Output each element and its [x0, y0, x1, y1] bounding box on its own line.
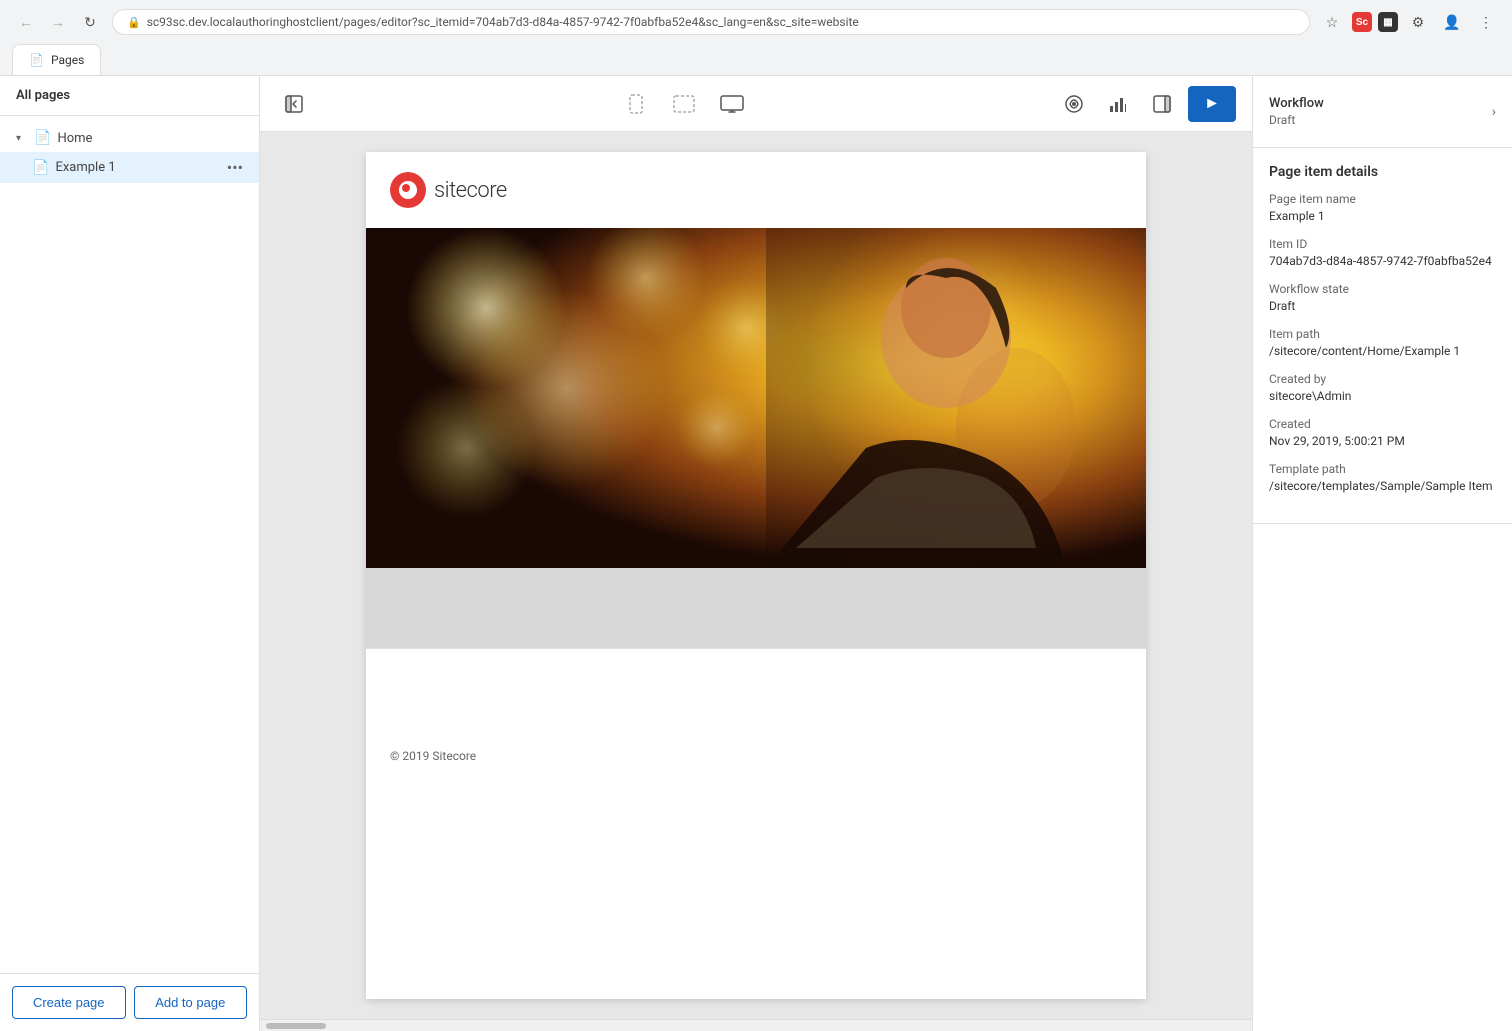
workflow-content: Workflow Draft: [1269, 96, 1324, 127]
page-canvas: sitecore: [366, 152, 1146, 999]
mobile-view-button[interactable]: [614, 86, 658, 122]
left-sidebar: All pages ▾ 📄 Home 📄 Example 1 ••• Creat…: [0, 76, 260, 1031]
url-rest: /pages/editor?sc_itemid=704ab7d3-d84a-48…: [339, 15, 859, 29]
sidebar-title: All pages: [16, 88, 243, 103]
detail-label: Workflow state: [1269, 282, 1496, 296]
browser-chrome: ← → ↻ 🔒 sc93sc.dev.localauthoringhostcli…: [0, 0, 1512, 76]
workflow-section: Workflow Draft ›: [1253, 76, 1512, 148]
logo-circle: [390, 172, 426, 208]
page-item-details-section: Page item details Page item name Example …: [1253, 148, 1512, 524]
detail-label: Page item name: [1269, 192, 1496, 206]
navigate-forward-button[interactable]: ►: [1188, 86, 1236, 122]
example1-page-icon: 📄: [32, 160, 49, 176]
back-button[interactable]: ←: [12, 8, 40, 36]
detail-value: 704ab7d3-d84a-4857-9742-7f0abfba52e4: [1269, 254, 1496, 268]
detail-value: Example 1: [1269, 209, 1496, 223]
detail-item: Workflow state Draft: [1269, 282, 1496, 313]
ext-grid-icon[interactable]: ▦: [1378, 12, 1398, 32]
sidebar-footer: Create page Add to page: [0, 973, 259, 1031]
ext-sitecore-icon[interactable]: Sc: [1352, 12, 1372, 32]
browser-right-icons: ☆ Sc ▦ ⚙ 👤 ⋮: [1318, 8, 1500, 36]
home-page-icon: 📄: [34, 130, 51, 146]
detail-label: Item path: [1269, 327, 1496, 341]
hero-svg: [366, 228, 1146, 568]
logo-inner: [399, 181, 417, 199]
sidebar-header: All pages: [0, 76, 259, 116]
content-placeholder: [366, 568, 1146, 648]
detail-label: Created by: [1269, 372, 1496, 386]
right-panel: Workflow Draft › Page item details Page …: [1252, 76, 1512, 1031]
hero-image: [366, 228, 1146, 568]
address-text: sc93sc.dev.localauthoringhostclient/page…: [147, 15, 1295, 29]
logo-text: sitecore: [434, 178, 507, 203]
home-label: Home: [57, 131, 243, 146]
desktop-view-button[interactable]: [710, 86, 754, 122]
pages-tab[interactable]: 📄 Pages: [12, 44, 101, 75]
toolbar-right: ►: [1056, 86, 1236, 122]
details-container: Page item name Example 1 Item ID 704ab7d3-d…: [1269, 192, 1496, 493]
workflow-state: Draft: [1269, 113, 1324, 127]
main-content: ► sitecore: [260, 76, 1252, 1031]
collapse-panel-button[interactable]: [276, 86, 312, 122]
toolbar-center: [614, 86, 754, 122]
forward-button[interactable]: →: [44, 8, 72, 36]
tree-item-example1[interactable]: 📄 Example 1 •••: [0, 152, 259, 183]
analytics-button[interactable]: [1100, 86, 1136, 122]
detail-value: Nov 29, 2019, 5:00:21 PM: [1269, 434, 1496, 448]
detail-item: Template path/sitecore/templates/Sample/…: [1269, 462, 1496, 493]
details-title: Page item details: [1269, 164, 1496, 180]
toolbar-left: [276, 86, 312, 122]
workflow-label: Workflow: [1269, 96, 1324, 111]
settings-icon[interactable]: ⚙: [1404, 8, 1432, 36]
expand-icon: ▾: [16, 133, 28, 144]
detail-label: Template path: [1269, 462, 1496, 476]
footer-text: © 2019 Sitecore: [366, 729, 1146, 783]
detail-value: /sitecore/templates/Sample/Sample Item: [1269, 479, 1496, 493]
detail-item: Item ID 704ab7d3-d84a-4857-9742-7f0abfba5…: [1269, 237, 1496, 268]
detail-item: Created by sitecore\Admin: [1269, 372, 1496, 403]
add-to-page-button[interactable]: Add to page: [134, 986, 248, 1019]
scroll-thumb[interactable]: [266, 1023, 326, 1029]
example1-more-button[interactable]: •••: [227, 158, 243, 177]
sitecore-logo: sitecore: [390, 172, 1122, 208]
more-icon[interactable]: ⋮: [1472, 8, 1500, 36]
toggle-panel-button[interactable]: [1144, 86, 1180, 122]
tab-label: Pages: [51, 53, 84, 67]
canvas-wrapper: sitecore: [260, 132, 1252, 1019]
tab-favicon: 📄: [29, 53, 43, 67]
detail-item: Created Nov 29, 2019, 5:00:21 PM: [1269, 417, 1496, 448]
workflow-chevron-icon: ›: [1492, 104, 1496, 120]
nav-buttons: ← → ↻: [12, 8, 104, 36]
tab-bar: 📄 Pages: [0, 44, 1512, 75]
canvas-header: sitecore: [366, 152, 1146, 228]
star-icon[interactable]: ☆: [1318, 8, 1346, 36]
tree-item-home[interactable]: ▾ 📄 Home: [0, 124, 259, 152]
detail-label: Created: [1269, 417, 1496, 431]
app-container: All pages ▾ 📄 Home 📄 Example 1 ••• Creat…: [0, 76, 1512, 1031]
url-highlight: sc93sc.dev.localauthoringhostclient: [147, 15, 339, 29]
detail-item: Item path/sitecore/content/Home/Example …: [1269, 327, 1496, 358]
detail-value: sitecore\Admin: [1269, 389, 1496, 403]
preview-button[interactable]: [1056, 86, 1092, 122]
example1-label: Example 1: [55, 160, 220, 175]
account-icon[interactable]: 👤: [1438, 8, 1466, 36]
refresh-button[interactable]: ↻: [76, 8, 104, 36]
lock-icon: 🔒: [127, 16, 141, 29]
workflow-row[interactable]: Workflow Draft ›: [1269, 92, 1496, 131]
tablet-view-button[interactable]: [662, 86, 706, 122]
sidebar-tree: ▾ 📄 Home 📄 Example 1 •••: [0, 116, 259, 973]
editor-toolbar: ►: [260, 76, 1252, 132]
detail-value: /sitecore/content/Home/Example 1: [1269, 344, 1496, 358]
browser-toolbar: ← → ↻ 🔒 sc93sc.dev.localauthoringhostcli…: [0, 0, 1512, 44]
detail-item: Page item name Example 1: [1269, 192, 1496, 223]
bottom-scrollbar[interactable]: [260, 1019, 1252, 1031]
detail-value: Draft: [1269, 299, 1496, 313]
detail-label: Item ID: [1269, 237, 1496, 251]
address-bar[interactable]: 🔒 sc93sc.dev.localauthoringhostclient/pa…: [112, 9, 1310, 35]
create-page-button[interactable]: Create page: [12, 986, 126, 1019]
